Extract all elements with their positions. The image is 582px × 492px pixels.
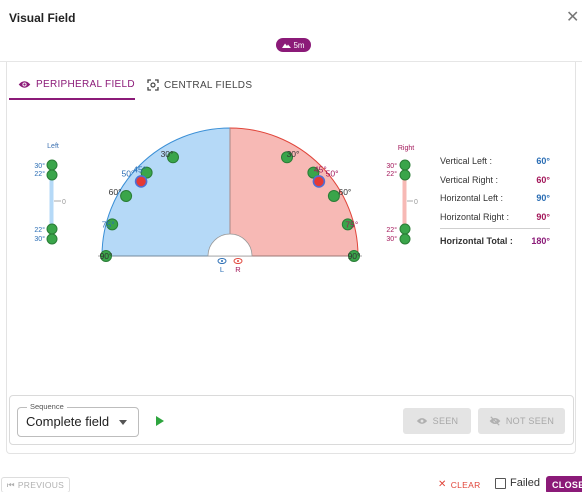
failed-label: Failed bbox=[510, 477, 540, 489]
right-field-point-50[interactable] bbox=[312, 175, 326, 188]
distance-badge: 5m bbox=[276, 38, 311, 52]
stat-horizontal-total: Horizontal Total : 180° bbox=[440, 232, 550, 251]
field-stats: Vertical Left : 60° Vertical Right : 60°… bbox=[440, 152, 550, 251]
eye-left-marker: L bbox=[217, 258, 227, 274]
tab-peripheral-label: PERIPHERAL FIELD bbox=[36, 79, 135, 90]
left-angle-label-30: 30° bbox=[161, 149, 174, 159]
eye-right-marker: R bbox=[233, 258, 243, 274]
distance-badge-label: 5m bbox=[293, 40, 305, 50]
skip-previous-icon: ⏮ bbox=[6, 479, 15, 490]
eye-off-icon bbox=[489, 416, 501, 426]
left-scale-bottom-22: 22° bbox=[34, 226, 45, 234]
left-scale-bottom-30: 30° bbox=[34, 235, 45, 243]
right-angle-label-30: 30° bbox=[287, 149, 300, 159]
right-angle-label-90: 90° bbox=[348, 251, 361, 261]
eye-icon bbox=[416, 418, 427, 424]
seen-button[interactable]: SEEN bbox=[403, 408, 471, 434]
right-angle-label-75: 75° bbox=[345, 219, 358, 229]
sequence-label: Sequence bbox=[27, 402, 67, 411]
play-icon[interactable] bbox=[156, 416, 164, 426]
stat-value: 60° bbox=[536, 174, 550, 185]
left-scale-title: Left bbox=[47, 143, 59, 150]
stat-value: 60° bbox=[536, 156, 550, 167]
previous-button-label: PREVIOUS bbox=[17, 480, 65, 490]
eye-left-label: L bbox=[220, 265, 224, 274]
previous-button[interactable]: ⏮ PREVIOUS bbox=[1, 477, 70, 492]
stat-value: 90° bbox=[536, 211, 550, 222]
tab-central-label: CENTRAL FIELDS bbox=[164, 79, 253, 91]
tab-peripheral-field[interactable]: PERIPHERAL FIELD bbox=[18, 79, 135, 90]
clear-button-label: CLEAR bbox=[450, 479, 481, 490]
right-angle-label-50: 50° bbox=[326, 169, 339, 179]
stat-vertical-right: Vertical Right : 60° bbox=[440, 171, 550, 190]
stat-vertical-left: Vertical Left : 60° bbox=[440, 152, 550, 171]
close-icon: ✕ bbox=[438, 479, 447, 490]
stat-horizontal-left: Horizontal Left : 90° bbox=[440, 189, 550, 208]
eye-right-label: R bbox=[235, 265, 241, 274]
stat-value: 180° bbox=[531, 236, 550, 247]
seen-button-label: SEEN bbox=[432, 416, 459, 426]
stat-label: Horizontal Total : bbox=[440, 236, 513, 247]
left-scale-point[interactable] bbox=[46, 233, 58, 245]
not-seen-button[interactable]: NOT SEEN bbox=[478, 408, 565, 434]
right-angle-label-60: 60° bbox=[338, 187, 351, 197]
right-scale-point[interactable] bbox=[399, 159, 411, 171]
tab-central-fields[interactable]: CENTRAL FIELDS bbox=[147, 79, 252, 91]
right-scale-bottom-22: 22° bbox=[386, 226, 397, 234]
sequence-value: Complete field bbox=[26, 414, 110, 429]
right-scale-zero: 0 bbox=[414, 199, 418, 206]
stat-horizontal-right: Horizontal Right : 90° bbox=[440, 208, 550, 227]
checkbox-box[interactable] bbox=[495, 477, 506, 489]
left-field-point-50[interactable] bbox=[134, 175, 148, 188]
left-scale-top-30: 30° bbox=[34, 162, 45, 170]
right-scale-point[interactable] bbox=[399, 233, 411, 245]
chevron-down-icon[interactable] bbox=[119, 420, 127, 425]
close-button[interactable]: CLOSE bbox=[546, 476, 582, 492]
left-scale-zero: 0 bbox=[62, 199, 66, 206]
left-field-point-60[interactable] bbox=[120, 190, 133, 202]
stat-label: Horizontal Right : bbox=[440, 211, 510, 222]
visual-field-diagram: Left 0 30° 22° 22° 30° Right 0 30° 22° 2… bbox=[34, 127, 418, 274]
mountain-icon bbox=[282, 43, 292, 48]
stat-label: Vertical Right : bbox=[440, 174, 499, 185]
left-angle-label-75: 75° bbox=[102, 219, 115, 229]
right-scale-point[interactable] bbox=[399, 223, 411, 235]
failed-checkbox[interactable]: Failed bbox=[495, 477, 540, 489]
stat-label: Vertical Left : bbox=[440, 156, 493, 167]
left-angle-label-60: 60° bbox=[109, 187, 122, 197]
right-scale-bottom-30: 30° bbox=[386, 235, 397, 243]
eye-icon bbox=[18, 81, 31, 88]
close-icon[interactable]: ✕ bbox=[566, 10, 579, 26]
stats-divider bbox=[440, 228, 550, 229]
active-tab-indicator bbox=[9, 98, 135, 100]
left-angle-label-45: 45° bbox=[133, 165, 146, 175]
right-scale-title: Right bbox=[398, 145, 414, 152]
stat-value: 90° bbox=[536, 193, 550, 204]
left-scale-point[interactable] bbox=[46, 169, 58, 181]
window-title: Visual Field bbox=[9, 11, 76, 25]
right-scale-top-30: 30° bbox=[386, 162, 397, 170]
clear-button[interactable]: ✕ CLEAR bbox=[438, 479, 481, 490]
left-scale-top-22: 22° bbox=[34, 170, 45, 178]
left-angle-label-50: 50° bbox=[121, 169, 134, 179]
right-scale-top-22: 22° bbox=[386, 170, 397, 178]
not-seen-button-label: NOT SEEN bbox=[505, 416, 555, 426]
left-scale-point[interactable] bbox=[46, 159, 58, 171]
left-angle-label-90: 90° bbox=[100, 251, 113, 261]
left-scale-point[interactable] bbox=[46, 223, 58, 235]
stat-label: Horizontal Left : bbox=[440, 193, 504, 204]
right-scale-point[interactable] bbox=[399, 169, 411, 181]
focus-icon bbox=[147, 79, 159, 91]
